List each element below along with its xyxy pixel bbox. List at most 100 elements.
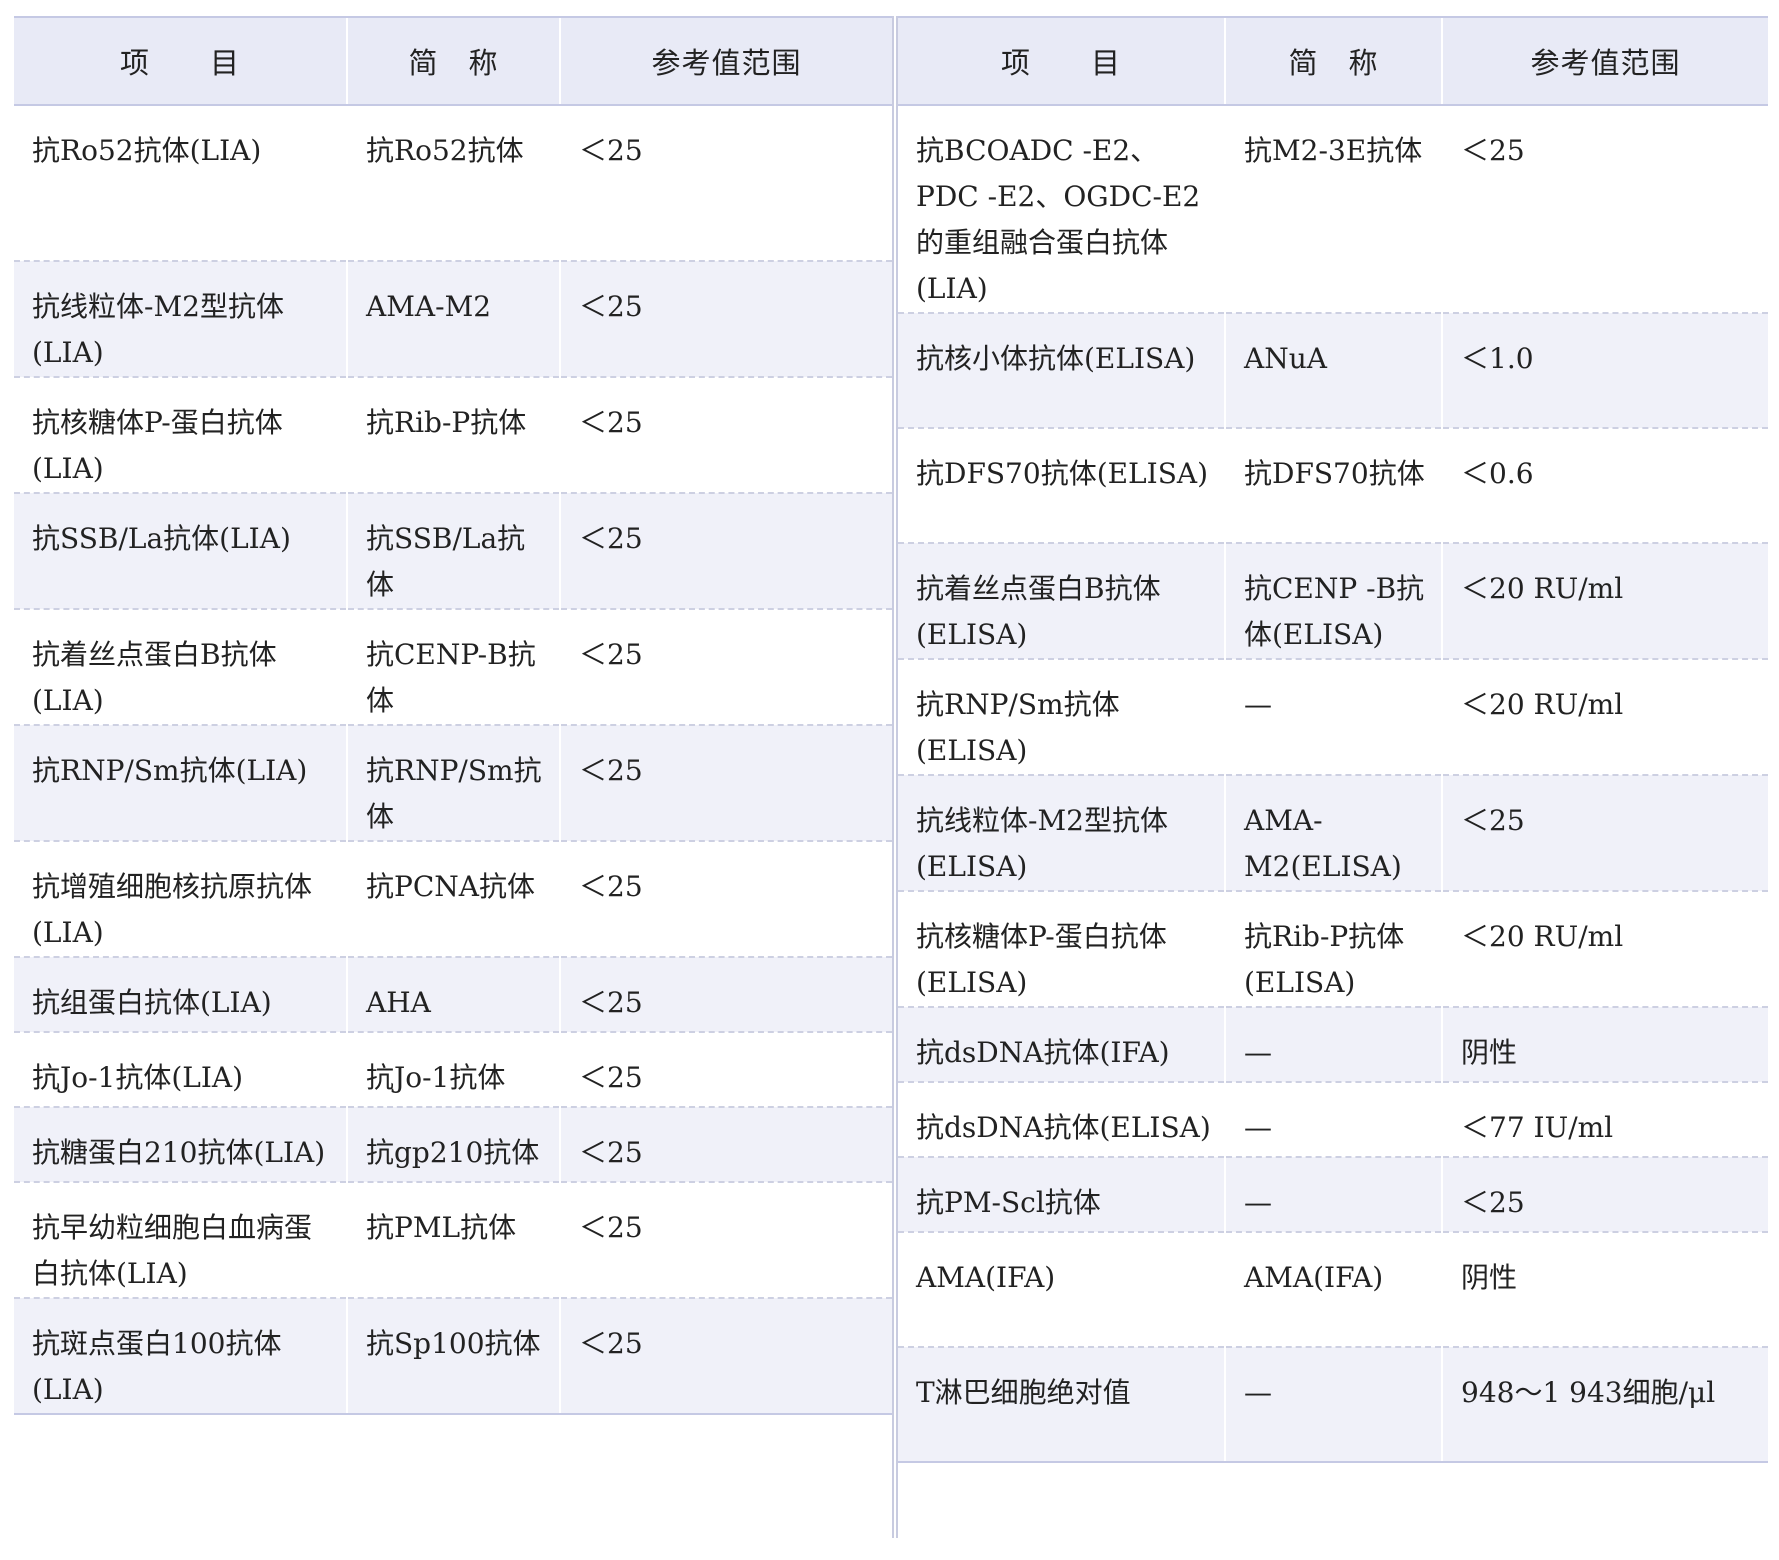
table-row: 抗核糖体P-蛋白抗体(LIA) 抗Rib-P抗体 ＜25 <box>14 376 892 493</box>
table-row: 抗dsDNA抗体(ELISA) — ＜77 IU/ml <box>898 1081 1768 1157</box>
cell-reference-range: ＜20 RU/ml <box>1441 658 1768 775</box>
cell-reference-range: ＜25 <box>559 608 892 725</box>
table-row: 抗SSB/La抗体(LIA) 抗SSB/La抗体 ＜25 <box>14 492 892 609</box>
cell-abbreviation: 抗DFS70抗体 <box>1224 427 1442 543</box>
header-row: 项 目 简 称 参考值范围 <box>14 16 892 106</box>
cell-abbreviation: 抗PCNA抗体 <box>346 840 560 957</box>
cell-abbreviation: 抗Rib-P抗体(ELISA) <box>1224 890 1442 1007</box>
cell-abbreviation: AMA-M2(ELISA) <box>1224 774 1442 891</box>
cell-item: 抗增殖细胞核抗原抗体(LIA) <box>14 840 347 957</box>
cell-reference-range: ＜25 <box>559 260 892 377</box>
cell-abbreviation: 抗CENP -B抗 体(ELISA) <box>1224 542 1442 659</box>
header-reference-range: 参考值范围 <box>1441 16 1768 106</box>
cell-reference-range: ＜25 <box>559 1106 892 1182</box>
cell-reference-range: ＜25 <box>559 1031 892 1107</box>
cell-abbreviation: AMA-M2 <box>346 260 560 377</box>
cell-item: 抗Jo-1抗体(LIA) <box>14 1031 347 1107</box>
cell-reference-range: ＜20 RU/ml <box>1441 890 1768 1007</box>
cell-item: 抗dsDNA抗体(IFA) <box>898 1006 1225 1082</box>
cell-item: 抗线粒体-M2型抗体(LIA) <box>14 260 347 377</box>
cell-item: 抗糖蛋白210抗体(LIA) <box>14 1106 347 1182</box>
table-row: 抗RNP/Sm抗体(ELISA) — ＜20 RU/ml <box>898 658 1768 775</box>
table-row: 抗PM-Scl抗体 — ＜25 <box>898 1156 1768 1232</box>
table-row: 抗核小体抗体(ELISA) ANuA ＜1.0 <box>898 312 1768 428</box>
cell-abbreviation: — <box>1224 1156 1442 1232</box>
table-row: 抗线粒体-M2型抗体(LIA) AMA-M2 ＜25 <box>14 260 892 377</box>
table-row: 抗增殖细胞核抗原抗体(LIA) 抗PCNA抗体 ＜25 <box>14 840 892 957</box>
cell-item: 抗Ro52抗体(LIA) <box>32 134 262 167</box>
header-item: 项 目 <box>898 16 1225 106</box>
cell-abbreviation: — <box>1224 1006 1442 1082</box>
cell-item: 抗着丝点蛋白B抗体(ELISA) <box>898 542 1225 659</box>
cell-item: 抗着丝点蛋白B抗体(LIA) <box>14 608 347 725</box>
table-row: 抗着丝点蛋白B抗体(LIA) 抗CENP-B抗体 ＜25 <box>14 608 892 725</box>
cell-reference-range: 阴性 <box>1441 1231 1768 1347</box>
cell-abbreviation: 抗gp210抗体 <box>346 1106 560 1182</box>
header-abbreviation: 简 称 <box>1224 16 1442 106</box>
cell-item: 抗RNP/Sm抗体(LIA) <box>14 724 347 841</box>
table-row: T淋巴细胞绝对值 —948～1 943细胞/μl <box>898 1346 1768 1463</box>
cell-reference-range: ＜25 <box>559 1297 892 1415</box>
cell-abbreviation: — <box>1224 1081 1442 1157</box>
left-table: 项 目 简 称 参考值范围 抗Ro52抗体(LIA) 抗Ro52抗体 ＜25 抗线粒体… <box>14 16 892 1415</box>
cell-item: 抗RNP/Sm抗体(ELISA) <box>898 658 1225 775</box>
cell-abbreviation: 抗Sp100抗体 <box>346 1297 560 1415</box>
cell-abbreviation: 抗CENP-B抗体 <box>346 608 560 725</box>
header-reference-range: 参考值范围 <box>559 16 892 106</box>
table-row: 抗组蛋白抗体(LIA) AHA ＜25 <box>14 956 892 1032</box>
cell-reference-range: ＜25 <box>559 105 892 261</box>
table-row: 抗Jo-1抗体(LIA) 抗Jo-1抗体 ＜25 <box>14 1031 892 1107</box>
cell-item: 抗PM-Scl抗体 <box>898 1156 1225 1232</box>
cell-reference-range: ＜77 IU/ml <box>1441 1081 1768 1157</box>
table-left-half: 项 目 简 称 参考值范围 抗Ro52抗体(LIA) 抗Ro52抗体 ＜25 抗线粒体… <box>14 16 892 1538</box>
cell-item: 抗斑点蛋白100抗体(LIA) <box>14 1297 347 1415</box>
left-table-body: 抗Ro52抗体(LIA) 抗Ro52抗体 ＜25 抗线粒体-M2型抗体(LIA) AMA… <box>14 105 892 1415</box>
reference-range-table: 项 目 简 称 参考值范围 抗Ro52抗体(LIA) 抗Ro52抗体 ＜25 抗线粒体… <box>14 16 1768 1538</box>
cell-reference-range: ＜1.0 <box>1441 312 1768 428</box>
cell-item: AMA(IFA) <box>898 1231 1225 1347</box>
cell-reference-range: ＜0.6 <box>1441 427 1768 543</box>
cell-reference-range: ＜25 <box>559 956 892 1032</box>
cell-abbreviation: AHA <box>346 956 560 1032</box>
cell-item: 抗早幼粒细胞白血病蛋白抗体(LIA) <box>14 1181 347 1298</box>
table-row: 抗BCOADC -E2、PDC -E2、OGDC-E2的重组融合蛋白抗体(LIA… <box>898 105 1768 313</box>
cell-item: 抗组蛋白抗体(LIA) <box>14 956 347 1032</box>
cell-item: T淋巴细胞绝对值 <box>898 1346 1225 1463</box>
right-table-body: 抗BCOADC -E2、PDC -E2、OGDC-E2的重组融合蛋白抗体(LIA… <box>898 105 1768 1463</box>
cell-abbreviation: — <box>1224 1346 1442 1463</box>
table-row: 抗早幼粒细胞白血病蛋白抗体(LIA) 抗PML抗体 ＜25 <box>14 1181 892 1298</box>
cell-reference-range: ＜25 <box>1441 1156 1768 1232</box>
cell-abbreviation: 抗RNP/Sm抗体 <box>346 724 560 841</box>
right-table: 项 目 简 称 参考值范围 抗BCOADC -E2、PDC -E2、OGDC-E… <box>898 16 1768 1463</box>
cell-reference-range: ＜25 <box>559 840 892 957</box>
cell-reference-range: ＜25 <box>559 724 892 841</box>
cell-item: 抗SSB/La抗体(LIA) <box>14 492 347 609</box>
table-row: 抗核糖体P-蛋白抗体(ELISA) 抗Rib-P抗体(ELISA) ＜20 RU/m… <box>898 890 1768 1007</box>
cell-abbreviation: 抗Jo-1抗体 <box>346 1031 560 1107</box>
cell-reference-range: ＜25 <box>1441 774 1768 891</box>
cell-reference-range: ＜25 <box>559 492 892 609</box>
cell-reference-range: 阴性 <box>1441 1006 1768 1082</box>
cell-item: 抗线粒体-M2型抗体(ELISA) <box>898 774 1225 891</box>
table-row: AMA(IFA) AMA(IFA) 阴性 <box>898 1231 1768 1347</box>
cell-item: 抗核小体抗体(ELISA) <box>898 312 1225 428</box>
cell-item: 抗核糖体P-蛋白抗体(LIA) <box>14 376 347 493</box>
cell-abbreviation: ANuA <box>1224 312 1442 428</box>
table-row: 抗着丝点蛋白B抗体(ELISA) 抗CENP -B抗 体(ELISA) ＜20 RU… <box>898 542 1768 659</box>
table-row: 抗线粒体-M2型抗体(ELISA) AMA-M2(ELISA) ＜25 <box>898 774 1768 891</box>
cell-reference-range: ＜20 RU/ml <box>1441 542 1768 659</box>
cell-item: 抗BCOADC -E2、PDC -E2、OGDC-E2的重组融合蛋白抗体(LIA… <box>916 134 1201 305</box>
header-abbreviation: 简 称 <box>346 16 560 106</box>
table-row: 抗dsDNA抗体(IFA) — 阴性 <box>898 1006 1768 1082</box>
cell-abbreviation: 抗SSB/La抗体 <box>346 492 560 609</box>
cell-reference-range: 948～1 943细胞/μl <box>1441 1346 1768 1463</box>
cell-item: 抗DFS70抗体(ELISA) <box>898 427 1225 543</box>
cell-item: 抗dsDNA抗体(ELISA) <box>898 1081 1225 1157</box>
cell-abbreviation: AMA(IFA) <box>1224 1231 1442 1347</box>
header-row: 项 目 简 称 参考值范围 <box>898 16 1768 106</box>
table-right-half: 项 目 简 称 参考值范围 抗BCOADC -E2、PDC -E2、OGDC-E… <box>898 16 1768 1538</box>
table-row: 抗糖蛋白210抗体(LIA) 抗gp210抗体 ＜25 <box>14 1106 892 1182</box>
table-row: 抗斑点蛋白100抗体(LIA) 抗Sp100抗体 ＜25 <box>14 1297 892 1415</box>
header-item: 项 目 <box>14 16 347 106</box>
table-row: 抗RNP/Sm抗体(LIA) 抗RNP/Sm抗体 ＜25 <box>14 724 892 841</box>
